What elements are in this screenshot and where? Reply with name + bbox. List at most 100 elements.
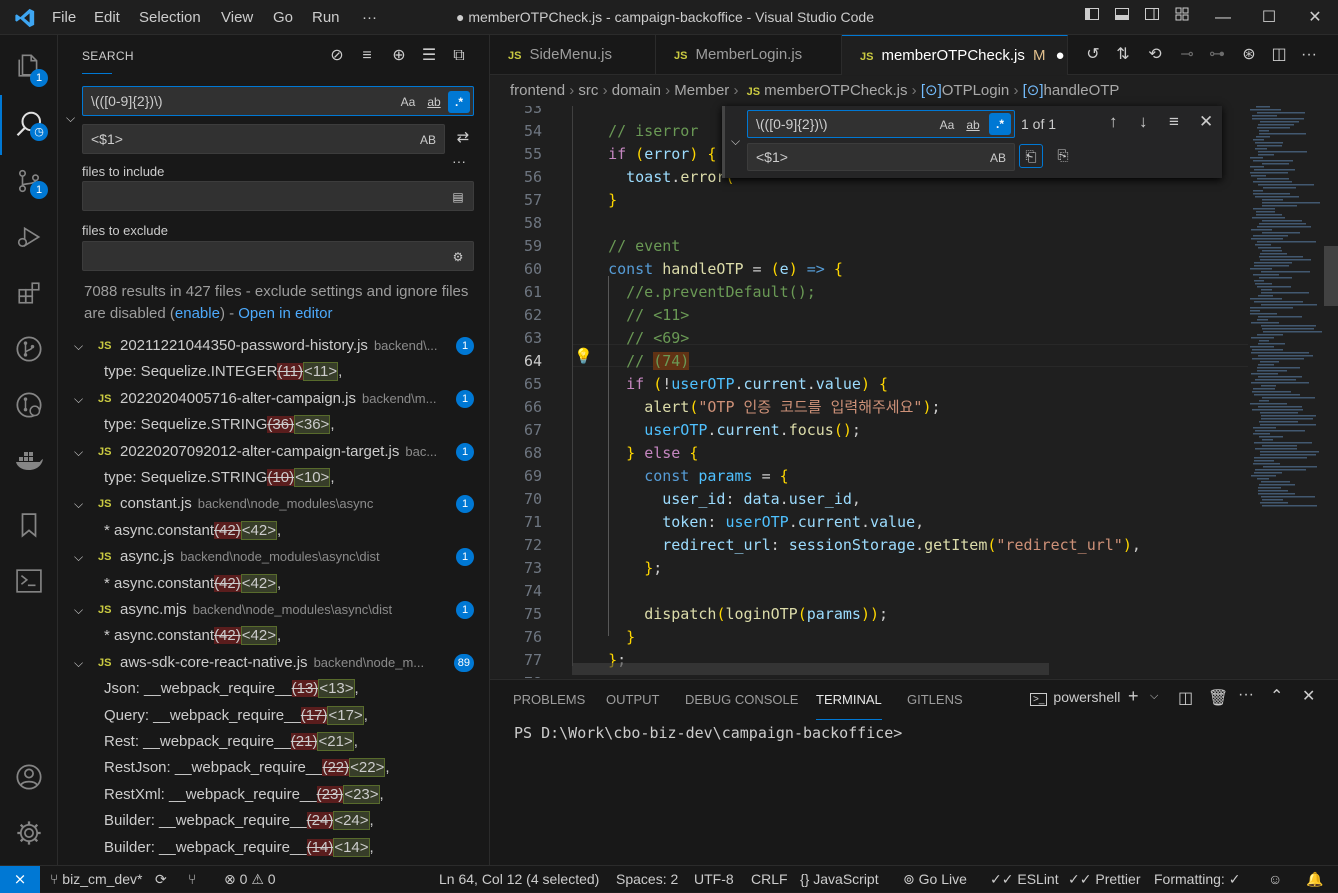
sync-icon[interactable]: ⟳ xyxy=(155,866,167,893)
formatting-status[interactable]: Formatting: ✓ xyxy=(1154,866,1240,893)
result-match[interactable]: RestXml: __webpack_require__(23)<23>, xyxy=(58,782,489,808)
code-line[interactable]: // (74) xyxy=(590,350,690,373)
clear-results-icon[interactable]: ⊘ xyxy=(326,45,348,67)
explorer-icon[interactable]: 1 xyxy=(0,39,58,91)
breadcrumb-domain[interactable]: domain xyxy=(612,82,661,99)
panel-tab-gitlens[interactable]: GITLENS xyxy=(907,680,963,720)
branch-status[interactable]: ⑂ biz_cm_dev* xyxy=(50,866,142,893)
git-commit-next-icon[interactable]: ⊶ xyxy=(1204,43,1230,67)
end-of-line[interactable]: CRLF xyxy=(751,866,788,893)
files-to-include-input[interactable]: ▤ xyxy=(82,181,474,211)
code-line[interactable]: dispatch(loginOTP(params)); xyxy=(590,603,888,626)
horizontal-scrollbar[interactable] xyxy=(572,663,1049,675)
toggle-replace-chevron-icon[interactable]: ⌵ xyxy=(66,111,75,126)
docker-icon[interactable] xyxy=(0,435,58,487)
git-graph-icon[interactable] xyxy=(0,323,58,375)
previous-match-icon[interactable]: ↑ xyxy=(1109,112,1118,132)
code-line[interactable]: } xyxy=(590,626,635,649)
remote-indicator-icon[interactable]: ⨯ xyxy=(0,866,40,893)
result-file[interactable]: ⌵ JS aws-sdk-core-react-native.js backend\n… xyxy=(58,650,489,676)
code-line[interactable]: //e.preventDefault(); xyxy=(590,281,816,304)
git-graph-status-icon[interactable]: ⑂ xyxy=(188,866,196,893)
menu-more[interactable]: ··· xyxy=(362,0,377,35)
code-line[interactable]: // <69> xyxy=(590,327,689,350)
code-line[interactable]: if (!userOTP.current.value) { xyxy=(590,373,888,396)
open-in-editor-link[interactable]: Open in editor xyxy=(238,305,332,322)
replace-input[interactable]: <$1> AB xyxy=(82,124,445,154)
minimize-button[interactable]: — xyxy=(1200,0,1246,35)
result-file[interactable]: ⌵ JS async.js backend\node_modules\async\di… xyxy=(58,544,489,570)
terminal-prompt[interactable]: PS D:\Work\cbo-biz-dev\campaign-backoffi… xyxy=(514,724,902,742)
find-whole-word-toggle[interactable]: ab xyxy=(962,114,984,136)
panel-tab-problems[interactable]: PROBLEMS xyxy=(513,680,585,720)
breadcrumb-frontend[interactable]: frontend xyxy=(510,82,565,99)
chevron-down-icon[interactable]: ⌵ xyxy=(74,386,83,412)
toggle-replace-icon[interactable]: ⌵ xyxy=(731,134,740,149)
panel-tab-debug-console[interactable]: DEBUG CONSOLE xyxy=(685,680,798,720)
result-match[interactable]: * async.constant(42)<42>, xyxy=(58,518,489,544)
result-match[interactable]: Query: __webpack_require__(17)<17>, xyxy=(58,703,489,729)
preserve-case-toggle[interactable]: AB xyxy=(416,129,440,151)
feedback-icon[interactable]: ☺ xyxy=(1268,866,1282,893)
use-exclude-settings-icon[interactable]: ⚙ xyxy=(447,246,469,268)
panel-more-icon[interactable]: ··· xyxy=(1238,686,1254,704)
tab-memberlogin[interactable]: JS MemberLogin.js xyxy=(656,35,842,75)
breadcrumb-handleotp[interactable]: handleOTP xyxy=(1044,82,1120,99)
files-to-exclude-input[interactable]: ⚙ xyxy=(82,241,474,271)
result-file[interactable]: ⌵ JS async.mjs backend\node_modules\async\d… xyxy=(58,597,489,623)
split-terminal-icon[interactable]: ◫ xyxy=(1178,688,1193,708)
menu-run[interactable]: Run xyxy=(312,0,340,35)
result-match[interactable]: Rest: __webpack_require__(21)<21>, xyxy=(58,729,489,755)
remote-icon[interactable] xyxy=(0,379,58,431)
code-line[interactable]: userOTP.current.focus(); xyxy=(590,419,861,442)
settings-gear-icon[interactable] xyxy=(0,807,58,859)
timeline-icon[interactable]: ↺ xyxy=(1080,43,1106,67)
eslint-status[interactable]: ✓✓ ESLint xyxy=(990,866,1059,893)
result-file[interactable]: ⌵ JS constant.js backend\node_modules\async… xyxy=(58,491,489,517)
enable-link[interactable]: enable xyxy=(175,305,220,322)
source-control-icon[interactable]: 1 xyxy=(0,155,58,207)
result-match[interactable]: RestJson: __webpack_require__(22)<22>, xyxy=(58,755,489,781)
code-line[interactable]: token: userOTP.current.value, xyxy=(590,511,924,534)
problems-status[interactable]: ⊗ 0 ⚠ 0 xyxy=(224,866,276,893)
result-file[interactable]: ⌵ JS 20220207092012-alter-campaign-target.… xyxy=(58,439,489,465)
terminal-icon[interactable] xyxy=(0,555,58,607)
menu-selection[interactable]: Selection xyxy=(139,0,201,35)
panel-tab-terminal[interactable]: TERMINAL xyxy=(816,680,882,720)
chevron-down-icon[interactable]: ⌵ xyxy=(74,544,83,570)
breadcrumb-otplogin[interactable]: OTPLogin xyxy=(942,82,1010,99)
chevron-down-icon[interactable]: ⌵ xyxy=(74,333,83,359)
menu-view[interactable]: View xyxy=(221,0,253,35)
code-line[interactable]: // event xyxy=(590,235,680,258)
menu-file[interactable]: File xyxy=(52,0,76,35)
result-file[interactable]: ⌵ JS 20220204005716-alter-campaign.js backe… xyxy=(58,386,489,412)
result-match[interactable]: * async.constant(42)<42>, xyxy=(58,571,489,597)
tab-sidemenu[interactable]: JS SideMenu.js xyxy=(490,35,656,75)
menu-edit[interactable]: Edit xyxy=(94,0,120,35)
chevron-down-icon[interactable]: ⌵ xyxy=(74,491,83,517)
search-icon[interactable]: ◷ xyxy=(0,95,58,155)
result-match[interactable]: Json: __webpack_require__(13)<13>, xyxy=(58,676,489,702)
editor-more-actions-icon[interactable]: ··· xyxy=(1296,43,1322,67)
cursor-position[interactable]: Ln 64, Col 12 (4 selected) xyxy=(439,866,599,893)
result-match[interactable]: * async.constant(42)<42>, xyxy=(58,623,489,649)
result-match[interactable]: Builder: __webpack_require__(14)<14>, xyxy=(58,835,489,861)
breadcrumb-file[interactable]: memberOTPCheck.js xyxy=(764,82,907,99)
maximize-button[interactable]: ☐ xyxy=(1246,0,1292,35)
terminal-selector[interactable]: >_ powershell xyxy=(1030,689,1120,706)
find-match-case-toggle[interactable]: Aa xyxy=(936,114,958,136)
git-commit-prev-icon[interactable]: ⊸ xyxy=(1174,43,1200,67)
close-find-icon[interactable]: ✕ xyxy=(1199,112,1213,132)
find-replace-input[interactable]: <$1> AB xyxy=(747,143,1015,171)
encoding[interactable]: UTF-8 xyxy=(694,866,734,893)
toggle-search-details-button[interactable]: ··· xyxy=(452,153,466,169)
code-line[interactable]: } else { xyxy=(590,442,698,465)
code-line[interactable]: const handleOTP = (e) => { xyxy=(590,258,843,281)
panel-tab-output[interactable]: OUTPUT xyxy=(606,680,659,720)
replace-all-in-file-icon[interactable]: ⎘ xyxy=(1051,144,1075,168)
result-match[interactable]: Builder: __webpack_require__(24)<24>, xyxy=(58,808,489,834)
customize-layout-icon[interactable] xyxy=(1170,0,1194,35)
language-mode[interactable]: {} JavaScript xyxy=(800,866,879,893)
code-editor[interactable]: 💡 53 54 // iserror 55 if (error) {56 toast… xyxy=(490,106,1248,678)
result-file[interactable]: ⌵ JS 20211221044350-password-history.js bac… xyxy=(58,333,489,359)
